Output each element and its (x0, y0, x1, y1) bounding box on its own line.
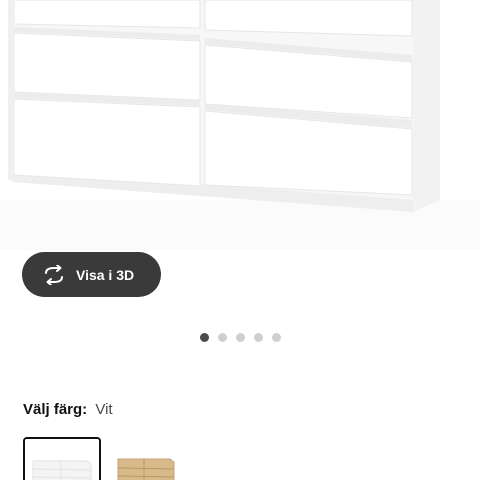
rotate-3d-icon (42, 263, 66, 286)
view-in-3d-label: Visa i 3D (76, 266, 135, 283)
choose-color-label: Välj färg: (23, 401, 88, 418)
carousel-dot-4[interactable] (254, 333, 263, 342)
color-swatch-oak[interactable] (108, 437, 186, 480)
view-in-3d-button[interactable]: Visa i 3D (22, 252, 161, 297)
selected-color-value: Vit (95, 401, 113, 418)
carousel-pagination (0, 333, 480, 343)
color-swatch-white[interactable] (23, 437, 101, 480)
carousel-dot-3[interactable] (236, 333, 245, 342)
product-image[interactable] (0, 0, 480, 250)
carousel-dot-5[interactable] (272, 333, 281, 342)
carousel-dot-1[interactable] (200, 333, 209, 342)
color-selector-label: Välj färg: Vit (23, 401, 113, 418)
carousel-dot-2[interactable] (218, 333, 227, 342)
